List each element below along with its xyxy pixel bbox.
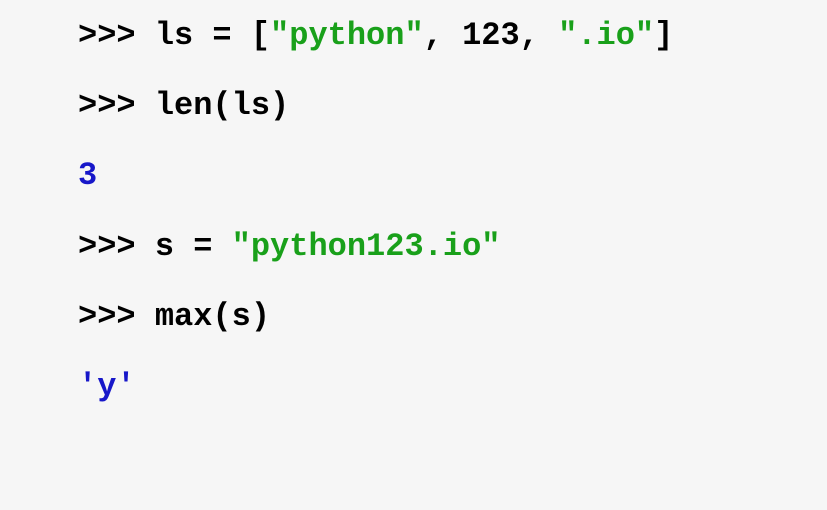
bracket-open: [ [251,17,270,54]
comma: , [424,17,462,54]
repl-output-1: 3 [78,158,827,193]
assign-op: = [193,17,251,54]
bracket-close: ] [654,17,673,54]
prompt: >>> [78,87,155,124]
paren-close: ) [270,87,289,124]
output-string: 'y' [78,368,136,405]
repl-line-3: >>> s = "python123.io" [78,229,827,264]
argument: s [232,298,251,335]
repl-output-2: 'y' [78,369,827,404]
function-name: len [155,87,213,124]
prompt: >>> [78,228,155,265]
string-literal: "python" [270,17,424,54]
paren-open: ( [212,298,231,335]
repl-line-2: >>> len(ls) [78,88,827,123]
string-literal: ".io" [558,17,654,54]
argument: ls [232,87,270,124]
paren-open: ( [212,87,231,124]
assign-op: = [174,228,232,265]
string-literal: "python123.io" [232,228,501,265]
paren-close: ) [251,298,270,335]
prompt: >>> [78,298,155,335]
comma: , [520,17,558,54]
number-literal: 123 [462,17,520,54]
prompt: >>> [78,17,155,54]
output-number: 3 [78,157,97,194]
function-name: max [155,298,213,335]
variable: s [155,228,174,265]
repl-line-1: >>> ls = ["python", 123, ".io"] [78,18,827,53]
repl-line-4: >>> max(s) [78,299,827,334]
variable: ls [155,17,193,54]
